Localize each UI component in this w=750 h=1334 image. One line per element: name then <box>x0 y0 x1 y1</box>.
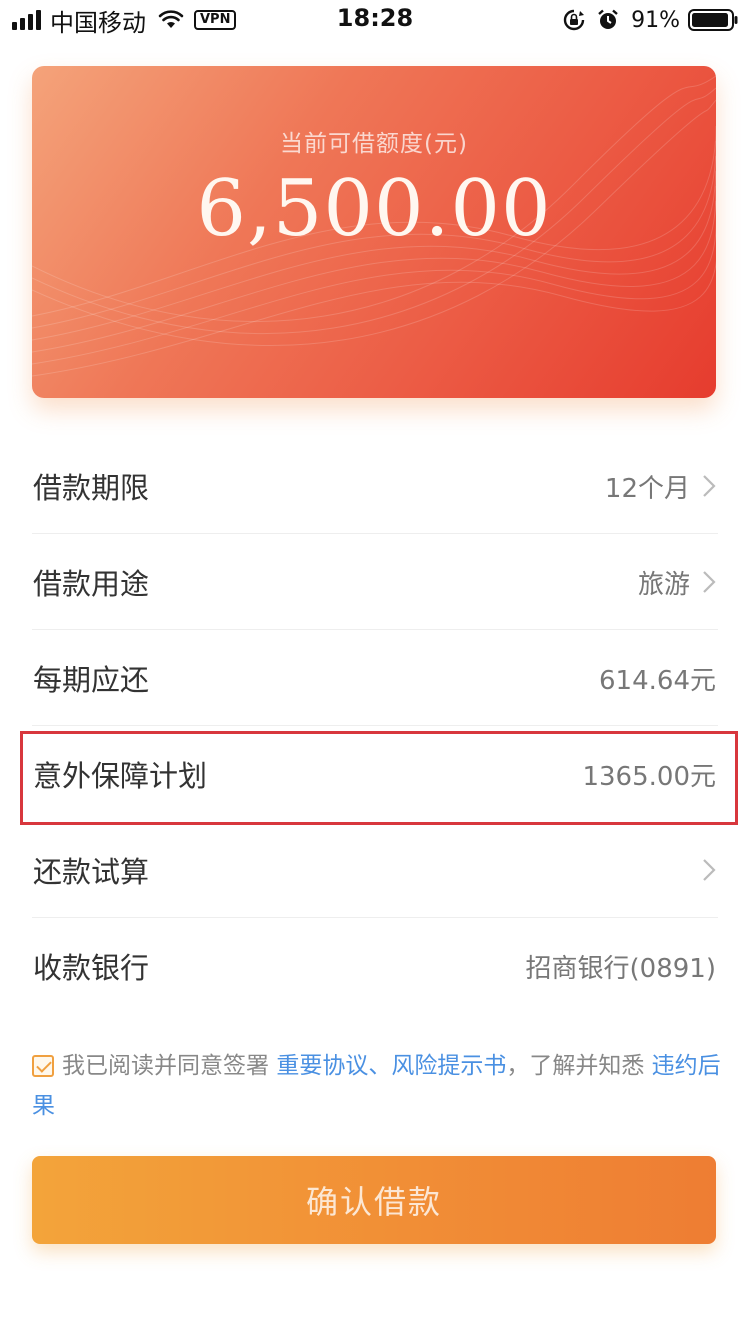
loan-purpose-value-wrap: 旅游 <box>638 564 716 601</box>
agreement-checkbox[interactable] <box>32 1055 54 1077</box>
loan-term-value: 12个月 <box>604 473 690 504</box>
status-right: 91% <box>563 6 738 34</box>
accident-plan-value: 1365.00元 <box>582 761 716 792</box>
installment-label: 每期应还 <box>33 663 150 697</box>
installment-row: 每期应还 614.64元 <box>0 630 750 726</box>
agreement-link-protocol[interactable]: 重要协议、风险提示书 <box>276 1053 506 1079</box>
battery-icon <box>688 9 738 31</box>
alarm-icon <box>598 9 618 29</box>
loan-term-label: 借款期限 <box>33 471 150 505</box>
receiving-bank-label: 收款银行 <box>33 951 150 985</box>
confirm-loan-button[interactable]: 确认借款 <box>32 1156 716 1244</box>
chevron-right-icon <box>703 475 716 497</box>
repayment-trial-row[interactable]: 还款试算 <box>0 822 750 918</box>
chevron-right-icon <box>703 571 716 593</box>
credit-limit-amount: 6,500.00 <box>196 164 552 254</box>
loan-purpose-row[interactable]: 借款用途 旅游 <box>0 534 750 630</box>
status-bar: 中国移动 VPN 18:28 91% <box>0 0 750 40</box>
rotation-lock-icon <box>563 9 585 31</box>
loan-term-value-wrap: 12个月 <box>605 468 716 505</box>
receiving-bank-value: 招商银行(0891) <box>525 953 716 984</box>
repayment-trial-label: 还款试算 <box>33 855 150 889</box>
agreement-middle: ，了解并知悉 <box>506 1053 645 1079</box>
accident-plan-label: 意外保障计划 <box>33 759 208 793</box>
chevron-right-icon <box>703 859 716 881</box>
agreement-text: 我已阅读并同意签署 重要协议、风险提示书，了解并知悉 违约后果 <box>32 1046 722 1126</box>
repayment-trial-value-wrap <box>690 858 716 882</box>
loan-purpose-label: 借款用途 <box>33 567 150 601</box>
battery-percent: 91% <box>631 7 680 33</box>
receiving-bank-row[interactable]: 收款银行 招商银行(0891) <box>0 918 750 1014</box>
loan-purpose-value: 旅游 <box>637 569 690 600</box>
loan-confirm-page: 中国移动 VPN 18:28 91% 当前可借额度(元) 6,500.00 借款… <box>0 0 750 1334</box>
agreement-prefix: 我已阅读并同意签署 <box>62 1053 269 1079</box>
accident-plan-row: 意外保障计划 1365.00元 <box>0 726 750 822</box>
loan-term-row[interactable]: 借款期限 12个月 <box>0 438 750 534</box>
installment-value: 614.64元 <box>599 665 716 696</box>
credit-limit-label: 当前可借额度(元) <box>280 131 468 157</box>
credit-limit-card: 当前可借额度(元) 6,500.00 <box>32 66 716 398</box>
